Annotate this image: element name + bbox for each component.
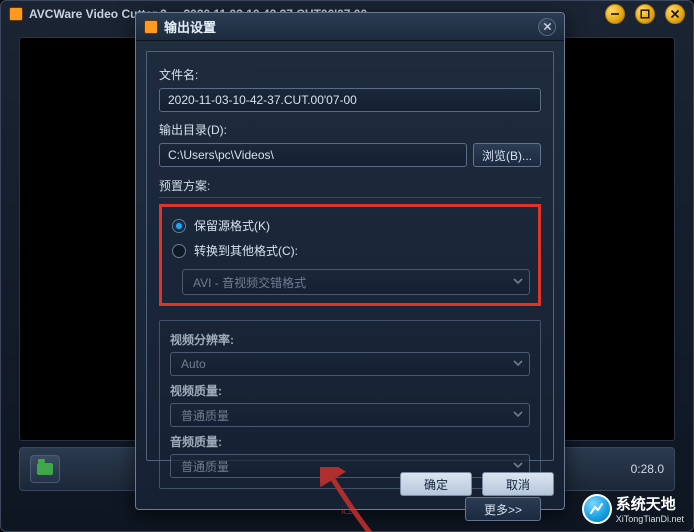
divider — [159, 197, 541, 198]
advanced-group: 视频分辨率: Auto 视频质量: 普通质量 音频质量: 普通质量 — [159, 320, 541, 489]
output-settings-dialog: 输出设置 文件名: 2020-11-03-10-42-37.CUT.00'07-… — [135, 12, 565, 510]
chevron-down-icon — [513, 357, 523, 371]
video-resolution-label: 视频分辨率: — [170, 331, 530, 348]
annotation-highlight-box: 保留源格式(K) 转换到其他格式(C): AVI - 音视频交错格式 — [159, 204, 541, 306]
watermark-text-1: 系统天地 — [616, 493, 684, 514]
radio-icon — [172, 244, 186, 258]
watermark-badge-icon — [582, 494, 612, 524]
folder-icon — [37, 463, 53, 475]
video-quality-value: 普通质量 — [181, 407, 229, 424]
dialog-app-icon — [144, 20, 158, 34]
video-resolution-value: Auto — [181, 357, 206, 371]
chevron-down-icon — [513, 408, 523, 422]
output-dir-label: 输出目录(D): — [159, 121, 541, 138]
browse-button-label: 浏览(B)... — [482, 147, 532, 164]
dialog-titlebar[interactable]: 输出设置 — [136, 13, 564, 41]
format-combobox-value: AVI - 音视频交错格式 — [193, 274, 306, 291]
filename-value: 2020-11-03-10-42-37.CUT.00'07-00 — [168, 93, 357, 107]
dialog-body: 文件名: 2020-11-03-10-42-37.CUT.00'07-00 输出… — [146, 51, 554, 461]
dialog-close-button[interactable] — [538, 18, 556, 36]
dialog-title: 输出设置 — [164, 17, 216, 36]
watermark: 系统天地 XiTongTianDi.net — [582, 493, 684, 524]
keep-source-format-label: 保留源格式(K) — [194, 217, 270, 234]
dialog-footer: 确定 取消 — [146, 469, 554, 499]
cancel-button-label: 取消 — [506, 476, 530, 493]
chevron-down-icon — [513, 275, 523, 289]
format-combobox[interactable]: AVI - 音视频交错格式 — [182, 269, 530, 295]
cancel-button[interactable]: 取消 — [482, 472, 554, 496]
video-resolution-combobox[interactable]: Auto — [170, 352, 530, 376]
time-display: 0:28.0 — [631, 462, 664, 476]
ok-button[interactable]: 确定 — [400, 472, 472, 496]
close-button[interactable] — [665, 4, 685, 24]
more-button-label: 更多>> — [484, 501, 522, 518]
open-folder-button[interactable] — [30, 455, 60, 483]
video-quality-label: 视频质量: — [170, 382, 530, 399]
maximize-button[interactable] — [635, 4, 655, 24]
output-dir-input[interactable]: C:\Users\pc\Videos\ — [159, 143, 467, 167]
audio-quality-label: 音频质量: — [170, 433, 530, 450]
minimize-button[interactable] — [605, 4, 625, 24]
radio-icon — [172, 219, 186, 233]
app-icon — [9, 7, 23, 21]
preset-label: 预置方案: — [159, 177, 541, 194]
filename-label: 文件名: — [159, 66, 541, 83]
output-dir-value: C:\Users\pc\Videos\ — [168, 148, 274, 162]
keep-source-format-radio[interactable]: 保留源格式(K) — [170, 213, 530, 238]
ok-button-label: 确定 — [424, 476, 448, 493]
convert-format-radio[interactable]: 转换到其他格式(C): — [170, 238, 530, 263]
convert-format-label: 转换到其他格式(C): — [194, 242, 298, 259]
filename-input[interactable]: 2020-11-03-10-42-37.CUT.00'07-00 — [159, 88, 541, 112]
video-quality-combobox[interactable]: 普通质量 — [170, 403, 530, 427]
browse-button[interactable]: 浏览(B)... — [473, 143, 541, 167]
more-button[interactable]: 更多>> — [465, 497, 541, 521]
watermark-text-2: XiTongTianDi.net — [616, 514, 684, 524]
